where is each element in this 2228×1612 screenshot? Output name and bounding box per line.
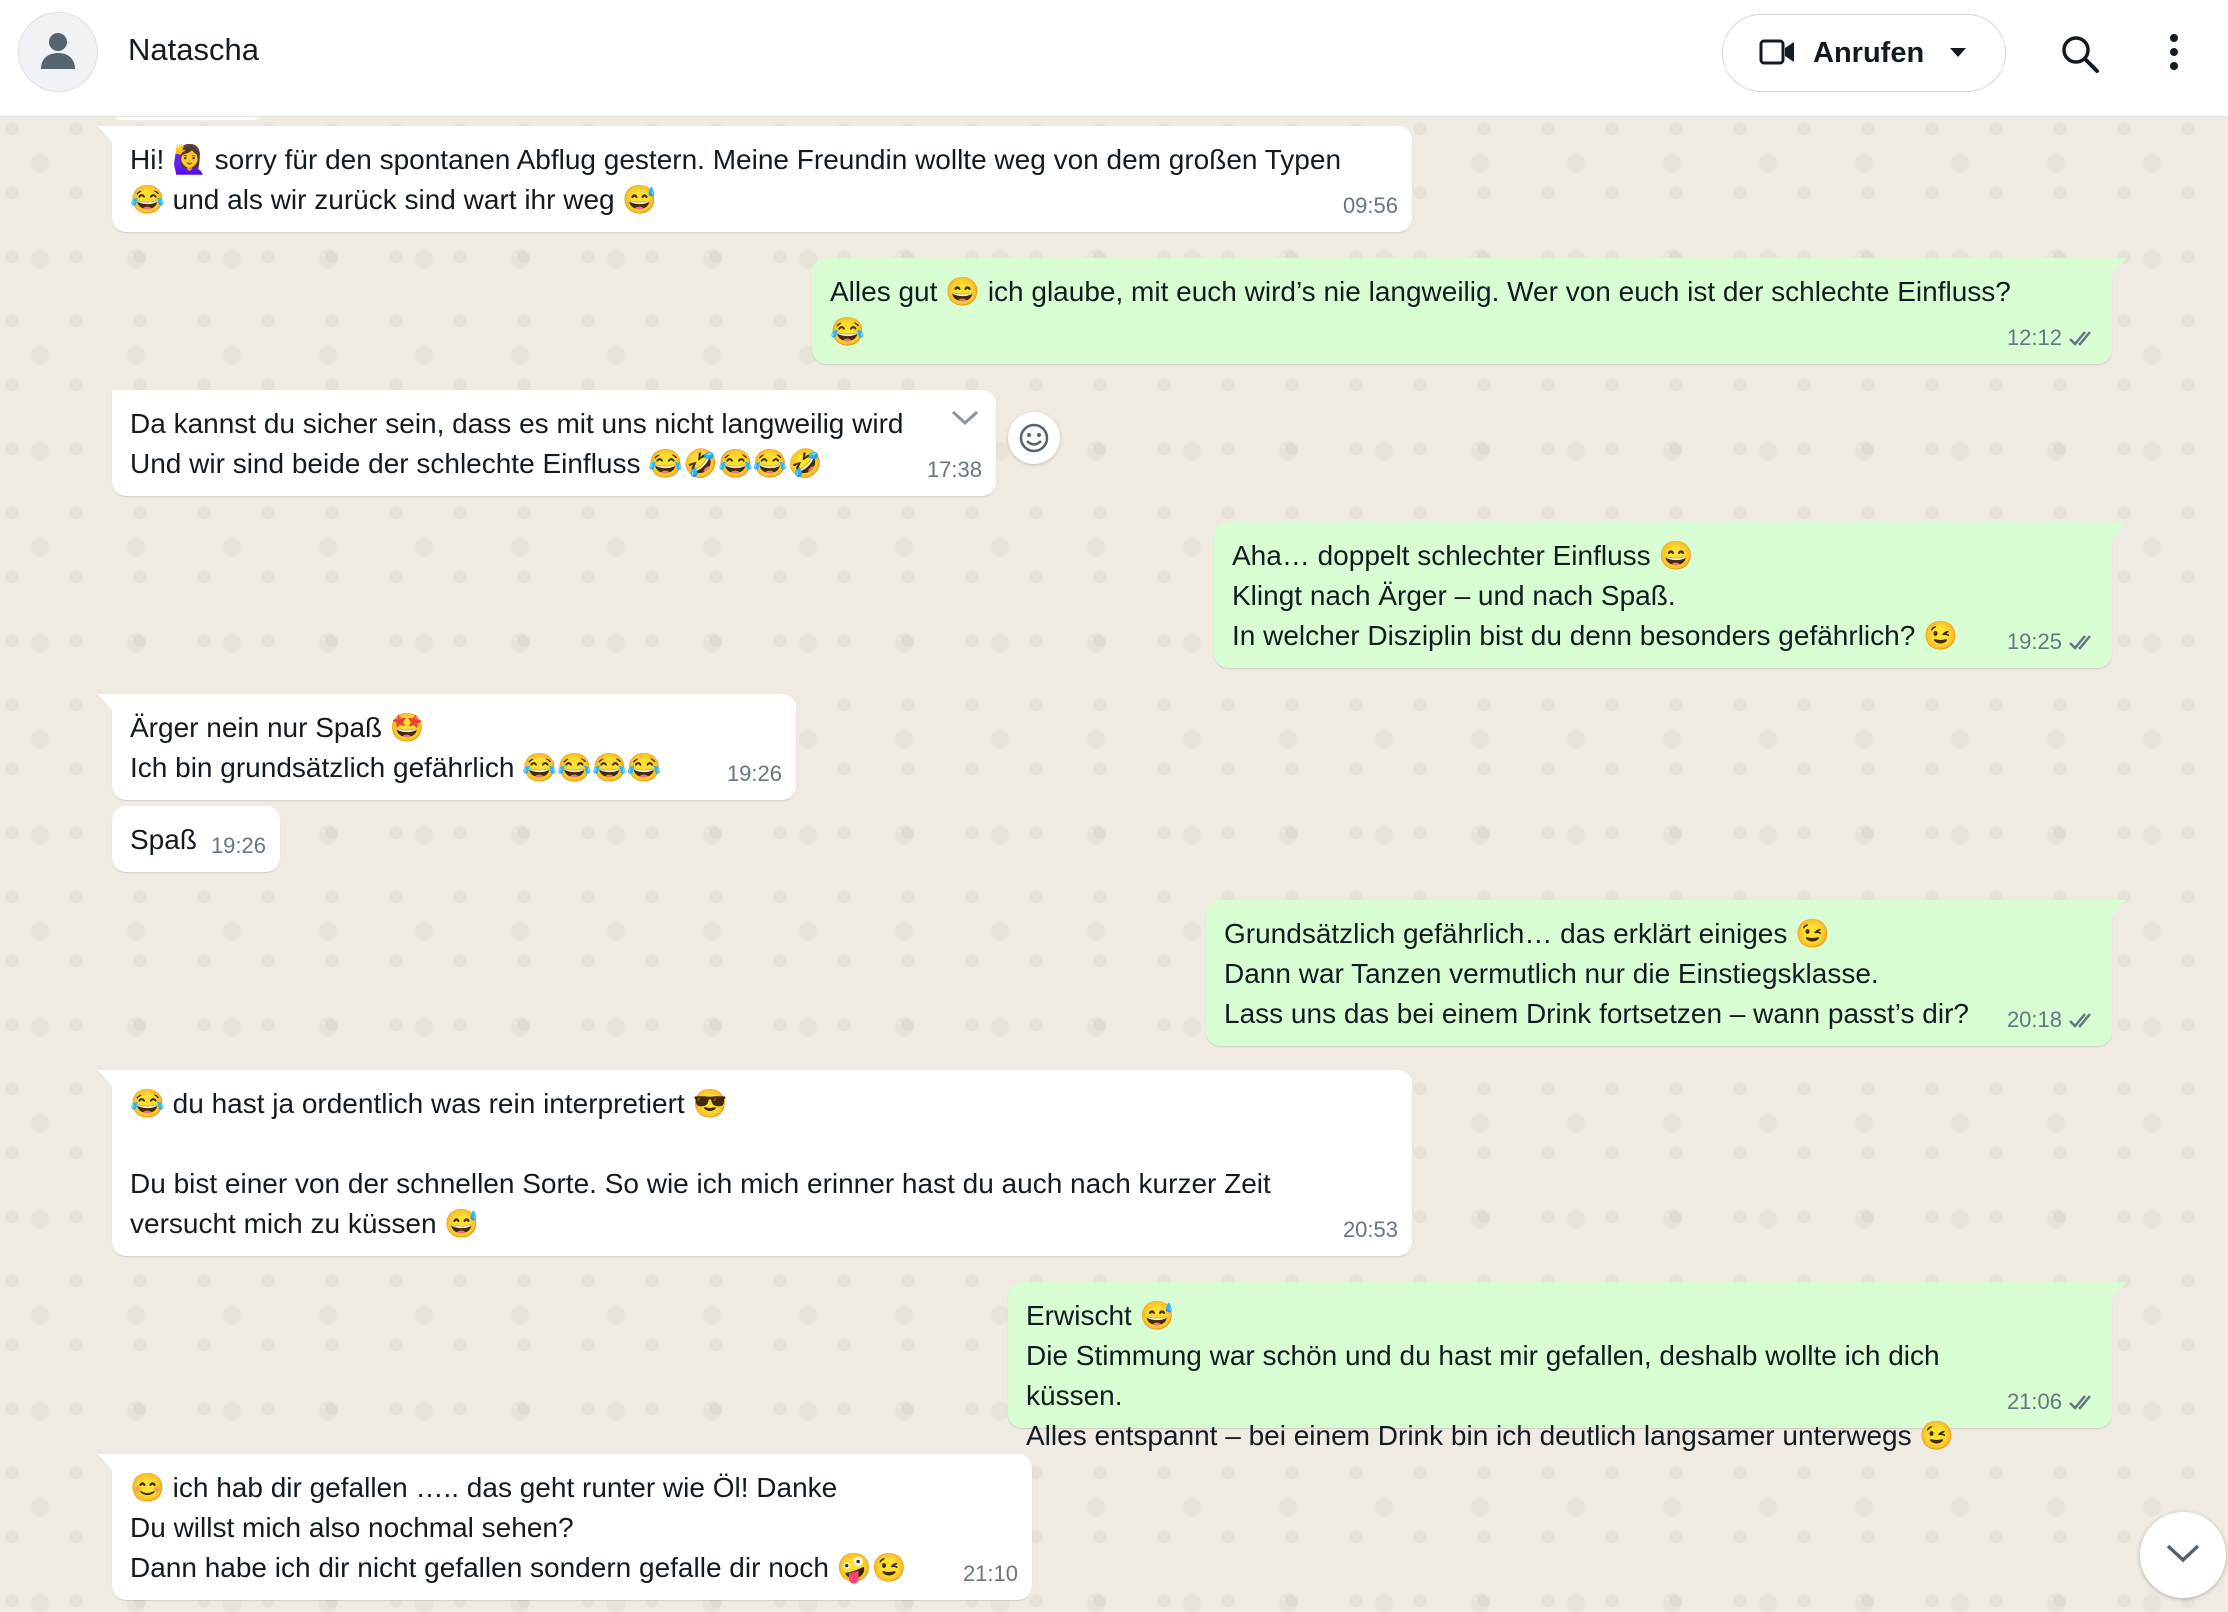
message-text: Ärger nein nur Spaß 🤩 Ich bin grundsätzl… (130, 712, 662, 783)
message-time: 12:12 (2006, 325, 2062, 350)
message-outgoing[interactable]: Alles gut 😄 ich glaube, mit euch wird’s … (812, 258, 2126, 364)
message-meta: 12:12 (2007, 318, 2098, 358)
message-time: 19:25 (2006, 629, 2062, 654)
message-time: 19:26 (726, 761, 782, 786)
message-time: 20:18 (2006, 1007, 2062, 1032)
message-time: 19:26 (210, 833, 266, 858)
more-options-icon[interactable] (2168, 32, 2180, 72)
contact-avatar[interactable] (18, 12, 98, 92)
chevron-down-icon (2166, 1544, 2200, 1563)
message-time: 20:53 (1342, 1217, 1398, 1242)
double-check-icon (2069, 331, 2091, 346)
person-icon (41, 33, 75, 69)
message-time: 17:38 (926, 457, 982, 482)
chevron-down-icon[interactable] (950, 408, 980, 428)
message-meta: 21:06 (2007, 1382, 2098, 1422)
message-text: 😊 ich hab dir gefallen ….. das geht runt… (130, 1472, 907, 1583)
message-outgoing[interactable]: Grundsätzlich gefährlich… das erklärt ei… (1206, 900, 2126, 1046)
video-camera-icon (1759, 39, 1794, 65)
message-time: 21:10 (962, 1561, 1018, 1586)
contact-name[interactable]: Natascha (128, 32, 259, 68)
message-incoming[interactable]: 😊 ich hab dir gefallen ….. das geht runt… (98, 1454, 1032, 1600)
double-check-icon (2069, 635, 2091, 650)
react-emoji-button[interactable] (1008, 412, 1060, 464)
message-time: 21:06 (2006, 1389, 2062, 1414)
message-meta: 17:38 (927, 450, 982, 490)
message-text: Alles gut 😄 ich glaube, mit euch wird’s … (830, 276, 2011, 347)
message-text: Grundsätzlich gefährlich… das erklärt ei… (1224, 918, 1969, 1029)
message-text: Aha… doppelt schlechter Einfluss 😄 Kling… (1232, 540, 1958, 651)
message-text: Erwischt 😅 Die Stimmung war schön und du… (1026, 1300, 1955, 1451)
message-incoming[interactable]: 😂 du hast ja ordentlich was rein interpr… (98, 1070, 1412, 1256)
message-incoming[interactable]: Spaß 19:26 (112, 806, 280, 872)
message-text: 😂 du hast ja ordentlich was rein interpr… (130, 1088, 1271, 1239)
message-outgoing[interactable]: Aha… doppelt schlechter Einfluss 😄 Kling… (1214, 522, 2126, 668)
chat-header: Natascha Anrufen (0, 0, 2228, 117)
message-meta: 19:26 (727, 754, 782, 794)
message-outgoing[interactable]: Erwischt 😅 Die Stimmung war schön und du… (1008, 1282, 2126, 1451)
message-meta: 09:56 (1343, 186, 1398, 226)
call-button-label: Anrufen (1813, 37, 1925, 69)
scroll-to-bottom-button[interactable] (2140, 1512, 2226, 1598)
search-icon[interactable] (2060, 34, 2100, 74)
message-meta: 21:10 (963, 1554, 1018, 1594)
message-incoming[interactable]: Da kannst du sicher sein, dass es mit un… (112, 390, 996, 496)
message-meta: 20:18 (2007, 1000, 2098, 1040)
message-meta: 19:26 (211, 826, 266, 866)
double-check-icon (2069, 1013, 2091, 1028)
message-incoming[interactable]: Hi! 🙋‍♀️ sorry für den spontanen Abflug … (98, 126, 1412, 232)
smiley-icon (1019, 423, 1049, 453)
double-check-icon (2069, 1395, 2091, 1410)
message-meta: 19:25 (2007, 622, 2098, 662)
chevron-down-icon[interactable] (1949, 47, 1967, 59)
call-button[interactable]: Anrufen (1722, 14, 2006, 92)
message-text: Da kannst du sicher sein, dass es mit un… (130, 408, 904, 479)
message-text: Hi! 🙋‍♀️ sorry für den spontanen Abflug … (130, 144, 1342, 215)
message-time: 09:56 (1342, 193, 1398, 218)
message-incoming[interactable]: Ärger nein nur Spaß 🤩 Ich bin grundsätzl… (98, 694, 796, 800)
message-meta: 20:53 (1343, 1210, 1398, 1250)
